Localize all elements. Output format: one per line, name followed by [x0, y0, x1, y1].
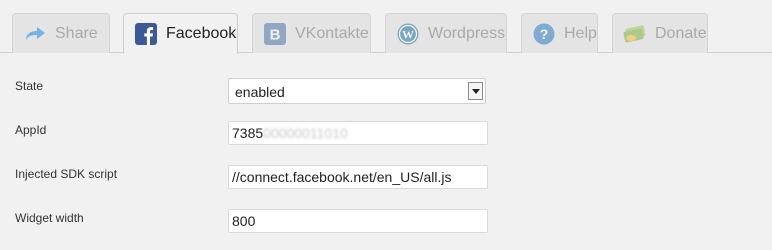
- svg-text:B: B: [270, 26, 281, 43]
- sdk-input[interactable]: //connect.facebook.net/en_US/all.js: [228, 165, 488, 189]
- state-select[interactable]: enabled: [228, 78, 486, 104]
- tab-help-label: Help: [564, 24, 597, 42]
- state-label: State: [15, 79, 44, 93]
- appid-label: AppId: [15, 123, 47, 137]
- sdk-value: //connect.facebook.net/en_US/all.js: [232, 169, 452, 185]
- tab-vkontakte-label: VKontakte: [295, 24, 369, 42]
- width-value: 800: [232, 213, 256, 229]
- share-arrow-icon: [23, 22, 47, 46]
- tab-facebook[interactable]: Facebook: [123, 13, 238, 54]
- svg-text:?: ?: [540, 26, 549, 42]
- tab-donate[interactable]: Donate: [612, 13, 708, 53]
- tab-bar: Share Facebook B VKontakte W Wordpress ?…: [0, 0, 772, 54]
- sdk-label: Injected SDK script: [15, 167, 118, 181]
- tab-vkontakte[interactable]: B VKontakte: [252, 13, 371, 53]
- appid-value-redacted: 00000011010: [263, 125, 348, 141]
- help-icon: ?: [532, 22, 556, 46]
- width-label: Widget width: [15, 211, 84, 225]
- wordpress-icon: W: [396, 22, 420, 46]
- donate-money-icon: [623, 22, 647, 46]
- width-input[interactable]: 800: [228, 209, 488, 233]
- svg-text:W: W: [402, 27, 414, 41]
- dropdown-arrow-icon[interactable]: [468, 82, 483, 100]
- tab-share-label: Share: [55, 24, 98, 42]
- tab-wordpress[interactable]: W Wordpress: [385, 13, 507, 53]
- tab-share[interactable]: Share: [12, 13, 110, 53]
- appid-input[interactable]: 738500000011010: [228, 121, 488, 145]
- tab-facebook-label: Facebook: [166, 25, 237, 42]
- appid-value: 7385: [232, 125, 264, 141]
- vkontakte-icon: B: [263, 22, 287, 46]
- tab-wordpress-label: Wordpress: [428, 24, 506, 42]
- tab-donate-label: Donate: [655, 24, 707, 42]
- facebook-icon: [134, 22, 158, 46]
- tab-help[interactable]: ? Help: [521, 13, 598, 53]
- state-select-value: enabled: [235, 84, 285, 100]
